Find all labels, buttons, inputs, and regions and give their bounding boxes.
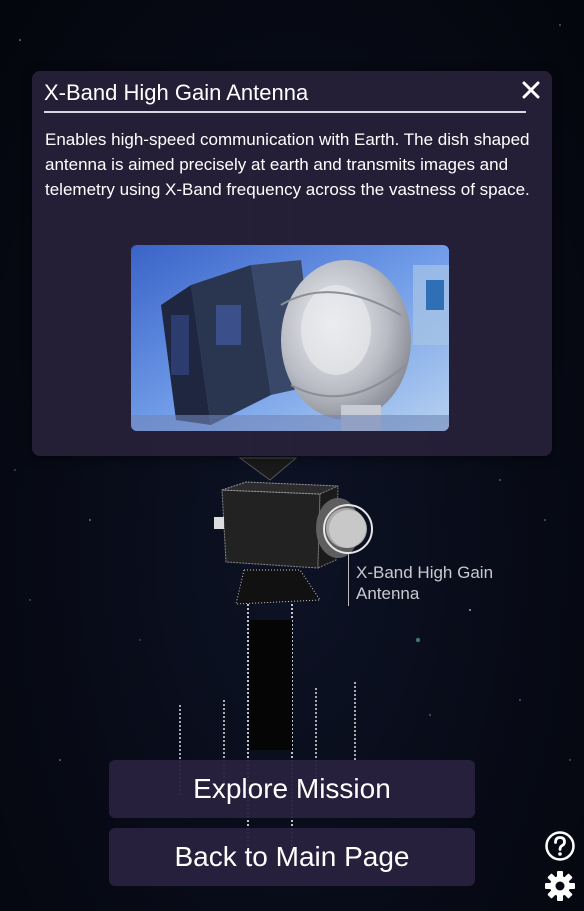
antenna-label-line1: X-Band High Gain (356, 563, 494, 582)
antenna-label[interactable]: X-Band High Gain Antenna (356, 562, 493, 604)
antenna-label-line2: Antenna (356, 584, 420, 603)
back-to-main-page-button[interactable]: Back to Main Page (109, 828, 475, 886)
popup-description: Enables high-speed communication with Ea… (45, 130, 530, 199)
close-button[interactable] (518, 77, 544, 103)
info-popup: X-Band High Gain Antenna Enables high-sp… (32, 71, 552, 456)
label-leader-line (348, 554, 349, 606)
popup-title: X-Band High Gain Antenna (44, 80, 309, 105)
antenna-photo (131, 245, 449, 431)
close-icon (522, 81, 540, 99)
explore-mission-button[interactable]: Explore Mission (109, 760, 475, 818)
help-icon[interactable] (544, 830, 576, 862)
antenna-hotspot[interactable] (321, 502, 375, 556)
title-divider (44, 111, 526, 113)
gear-icon[interactable] (544, 870, 576, 902)
